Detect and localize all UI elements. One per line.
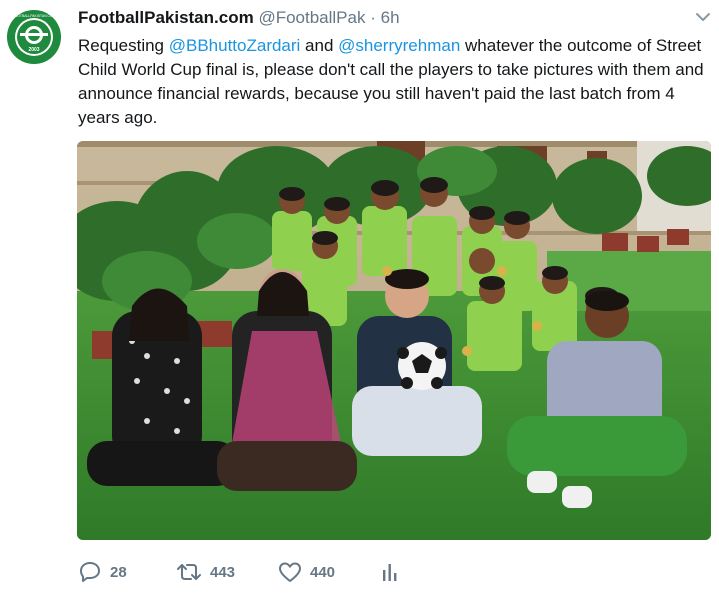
analytics-button[interactable]: [381, 558, 399, 586]
avatar-year: 2003: [28, 47, 39, 53]
avatar[interactable]: 2003 FOOTBALLPAKISTAN.COM: [5, 8, 63, 66]
like-button[interactable]: 440: [278, 558, 335, 586]
tweet-header: FootballPakistan.com @FootballPak · 6h: [78, 6, 709, 30]
heart-icon: [279, 562, 301, 582]
tweet-text: Requesting @BBhuttoZardari and @sherryre…: [78, 34, 718, 130]
tweet-time[interactable]: 6h: [381, 8, 400, 27]
chevron-down-icon[interactable]: [695, 10, 711, 22]
reply-icon: [80, 562, 100, 582]
display-name[interactable]: FootballPakistan.com: [78, 8, 254, 27]
reply-count: 28: [110, 563, 127, 581]
avatar-ring-text: FOOTBALLPAKISTAN.COM: [13, 14, 56, 18]
like-count: 440: [310, 563, 336, 581]
separator-dot: ·: [370, 8, 376, 27]
retweet-count: 443: [210, 563, 236, 581]
tweet-photo[interactable]: [77, 141, 711, 540]
tweet-text-part: Requesting: [78, 36, 169, 55]
mention-link[interactable]: @sherryrehman: [338, 36, 460, 55]
tweet-text-part: and: [300, 36, 339, 55]
reply-button[interactable]: 28: [78, 558, 127, 586]
retweet-icon: [177, 564, 201, 580]
analytics-icon: [383, 564, 397, 581]
mention-link[interactable]: @BBhuttoZardari: [169, 36, 301, 55]
retweet-button[interactable]: 443: [176, 558, 235, 586]
tweet-actions: 28 443 440: [78, 558, 578, 586]
user-handle[interactable]: @FootballPak: [258, 8, 365, 27]
tweet-card[interactable]: 2003 FOOTBALLPAKISTAN.COM FootballPakist…: [0, 0, 719, 600]
